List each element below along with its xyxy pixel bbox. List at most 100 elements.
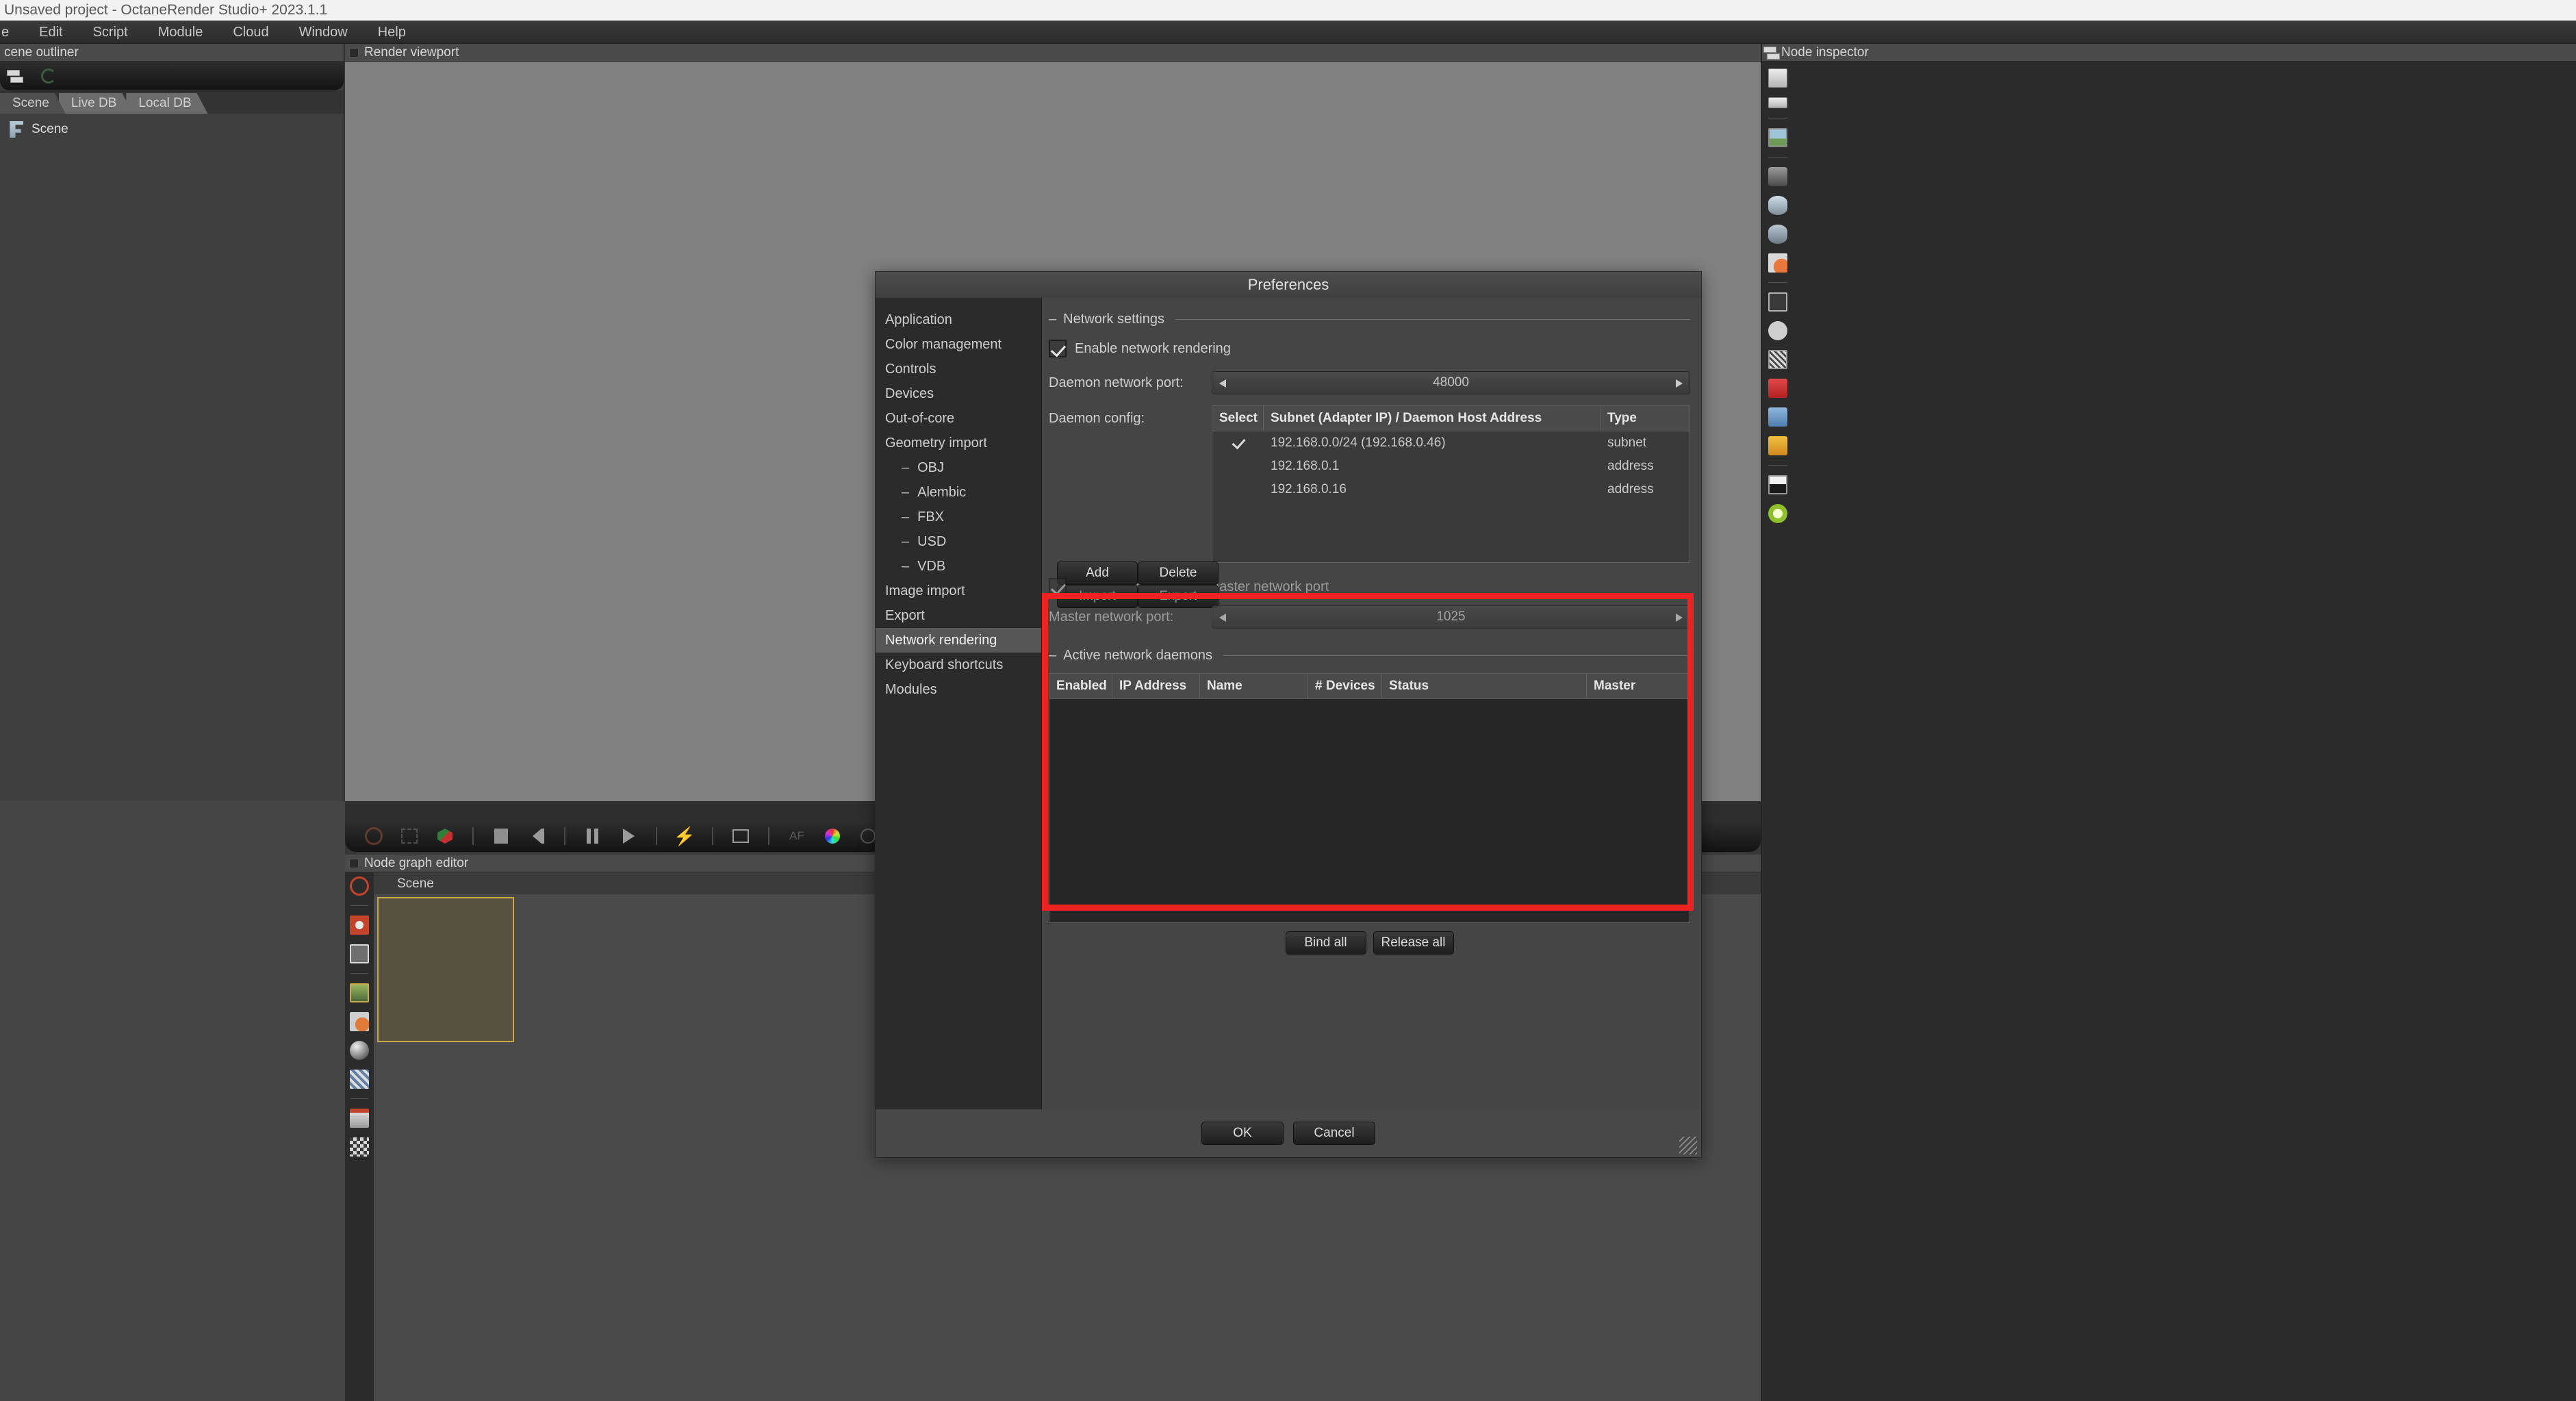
- add-button[interactable]: Add: [1057, 561, 1138, 585]
- daemon-config-table[interactable]: Select Subnet (Adapter IP) / Daemon Host…: [1212, 405, 1690, 563]
- fit-icon[interactable]: [392, 820, 427, 852]
- tab-live-db[interactable]: Live DB: [59, 93, 133, 114]
- menu-item-help[interactable]: Help: [363, 21, 421, 44]
- resize-grip-icon[interactable]: [1679, 1137, 1697, 1154]
- stepper-right-arrow-icon[interactable]: [1676, 379, 1683, 388]
- menu-item-window[interactable]: Window: [284, 21, 363, 44]
- tree-item-label: Scene: [31, 122, 68, 136]
- mountain-icon[interactable]: [1768, 475, 1787, 494]
- stepper-right-arrow-icon[interactable]: [1676, 614, 1683, 622]
- clear-selection-icon[interactable]: [356, 820, 392, 852]
- delete-button[interactable]: Delete: [1138, 561, 1219, 585]
- nav-item-modules[interactable]: Modules: [876, 677, 1041, 702]
- stack-icon[interactable]: [1768, 97, 1787, 108]
- nav-item-obj[interactable]: OBJ: [876, 455, 1041, 480]
- af-icon[interactable]: AF: [779, 820, 815, 852]
- nav-item-geometry-import[interactable]: Geometry import: [876, 431, 1041, 455]
- expand-nodes-icon[interactable]: [350, 916, 369, 935]
- export-button[interactable]: Export: [1138, 585, 1219, 608]
- frame-icon[interactable]: [723, 820, 758, 852]
- release-all-button[interactable]: Release all: [1373, 931, 1454, 955]
- color-wheel-icon[interactable]: [815, 820, 850, 852]
- nav-item-usd[interactable]: USD: [876, 529, 1041, 554]
- kernel-icon[interactable]: [1768, 350, 1787, 369]
- stop-icon[interactable]: [483, 820, 519, 852]
- nav-item-image-import[interactable]: Image import: [876, 579, 1041, 603]
- nav-item-fbx[interactable]: FBX: [876, 505, 1041, 529]
- scene-outliner-tabs: Scene Live DB Local DB: [0, 90, 344, 114]
- resolution-icon[interactable]: [1768, 292, 1787, 312]
- camera-icon[interactable]: [1768, 167, 1787, 186]
- red-cube-icon[interactable]: [1768, 379, 1787, 398]
- clock-icon[interactable]: [1768, 321, 1787, 340]
- menu-item-cloud[interactable]: Cloud: [218, 21, 283, 44]
- environment-icon[interactable]: [1768, 196, 1787, 215]
- collapse-nodes-icon[interactable]: [350, 944, 369, 963]
- active-daemons-table[interactable]: Enabled IP Address Name # Devices Status…: [1049, 673, 1690, 923]
- enable-network-rendering-checkbox[interactable]: [1049, 340, 1067, 357]
- row-select-checkbox[interactable]: [1231, 436, 1246, 451]
- nav-item-out-of-core[interactable]: Out-of-core: [876, 406, 1041, 431]
- clear-selection-icon[interactable]: [350, 876, 369, 896]
- layers-icon[interactable]: [5, 67, 23, 85]
- ok-button[interactable]: OK: [1201, 1122, 1284, 1145]
- nav-item-color-management[interactable]: Color management: [876, 332, 1041, 357]
- render-target-icon[interactable]: [350, 983, 369, 1002]
- menu-item-module[interactable]: Module: [143, 21, 218, 44]
- orange-box-icon[interactable]: [1768, 436, 1787, 455]
- bolt-icon[interactable]: ⚡: [667, 820, 702, 852]
- master-network-port-stepper[interactable]: 1025: [1212, 605, 1690, 629]
- play-icon[interactable]: [611, 820, 646, 852]
- nav-item-controls[interactable]: Controls: [876, 357, 1041, 381]
- blue-layers-icon[interactable]: [1768, 407, 1787, 427]
- auto-master-port-checkbox[interactable]: [1049, 578, 1067, 596]
- panel-toggle-icon[interactable]: [349, 858, 359, 868]
- material-ball-icon[interactable]: [1768, 253, 1787, 273]
- table-row[interactable]: 192.168.0.16 address: [1212, 478, 1689, 501]
- film-settings-icon[interactable]: [1768, 225, 1787, 244]
- stepper-left-arrow-icon[interactable]: [1219, 614, 1226, 622]
- image-icon[interactable]: [1768, 128, 1787, 147]
- tab-local-db[interactable]: Local DB: [126, 93, 207, 114]
- row-type: subnet: [1607, 436, 1647, 450]
- render-target-node[interactable]: [377, 897, 514, 1042]
- nav-item-vdb[interactable]: VDB: [876, 554, 1041, 579]
- toolbar-separator: [564, 827, 565, 845]
- magnet-icon[interactable]: [350, 1109, 369, 1128]
- tree-item-scene[interactable]: Scene: [0, 119, 344, 140]
- menu-item-edit[interactable]: Edit: [24, 21, 77, 44]
- nav-item-keyboard-shortcuts[interactable]: Keyboard shortcuts: [876, 653, 1041, 677]
- nav-item-application[interactable]: Application: [876, 307, 1041, 332]
- table-row[interactable]: 192.168.0.1 address: [1212, 455, 1689, 478]
- grid-snap-icon[interactable]: [350, 1137, 369, 1157]
- import-button[interactable]: Import: [1057, 585, 1138, 608]
- tool-separator: [350, 905, 368, 906]
- table-row[interactable]: 192.168.0.0/24 (192.168.0.46) subnet: [1212, 431, 1689, 455]
- material-icon[interactable]: [350, 1012, 369, 1031]
- tab-scene-graph[interactable]: Scene: [374, 874, 461, 894]
- sun-icon[interactable]: [1768, 504, 1787, 523]
- background-filler: [0, 801, 345, 1401]
- pause-icon[interactable]: [575, 820, 611, 852]
- cancel-button[interactable]: Cancel: [1293, 1122, 1375, 1145]
- menu-item-file[interactable]: e: [0, 21, 24, 44]
- nav-item-export[interactable]: Export: [876, 603, 1041, 628]
- nav-item-alembic[interactable]: Alembic: [876, 480, 1041, 505]
- stepper-left-arrow-icon[interactable]: [1219, 379, 1226, 388]
- refresh-icon[interactable]: [41, 68, 56, 84]
- daemon-network-port-stepper[interactable]: 48000: [1212, 371, 1690, 394]
- nav-item-network-rendering[interactable]: Network rendering: [876, 628, 1041, 653]
- daemon-network-port-label: Daemon network port:: [1049, 375, 1184, 390]
- nav-item-devices[interactable]: Devices: [876, 381, 1041, 406]
- dialog-title: Preferences: [1247, 276, 1329, 293]
- layers-icon[interactable]: [1768, 68, 1787, 88]
- bind-all-button[interactable]: Bind all: [1285, 931, 1366, 955]
- menu-item-script[interactable]: Script: [78, 21, 143, 44]
- toolbar-separator: [712, 827, 713, 845]
- sphere-preview-icon[interactable]: [350, 1041, 369, 1060]
- panel-toggle-icon[interactable]: [349, 47, 359, 58]
- cube-icon[interactable]: [427, 820, 463, 852]
- texture-preview-icon[interactable]: [350, 1070, 369, 1089]
- tab-scene[interactable]: Scene: [0, 93, 66, 114]
- rewind-icon[interactable]: [519, 820, 554, 852]
